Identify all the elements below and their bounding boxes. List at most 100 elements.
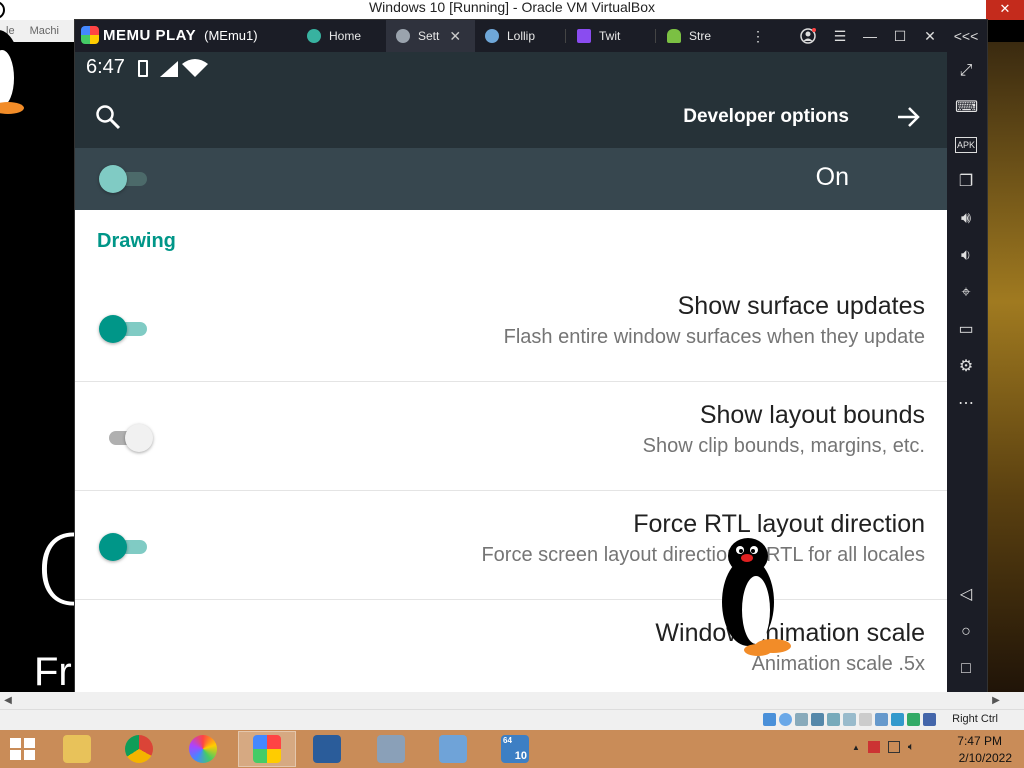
usb-icon[interactable]	[827, 713, 840, 726]
taskbar-photos[interactable]	[174, 731, 232, 767]
pref-force-rtl[interactable]: Force RTL layout direction Force screen …	[75, 492, 947, 600]
tab-settings[interactable]: Sett ✕	[386, 20, 475, 52]
shared-folder-icon[interactable]	[843, 713, 856, 726]
recording-icon[interactable]	[875, 713, 888, 726]
vbox-titlebar: Windows 10 [Running] - Oracle VM Virtual…	[0, 0, 1024, 20]
android-screen: 6:47 Developer options On Drawing Show s…	[75, 52, 947, 706]
system-tray: ▲ 🔈︎ 7:47 PM 2/10/2022	[844, 730, 1024, 768]
optical-drive-icon[interactable]	[779, 713, 792, 726]
menu-icon[interactable]: ☰	[825, 20, 855, 52]
battery-icon	[138, 60, 148, 77]
windows-taskbar: 64 10 ▲ 🔈︎ 7:47 PM 2/10/2022	[0, 730, 1024, 768]
search-icon[interactable]	[95, 104, 121, 130]
wifi-icon	[182, 59, 208, 77]
maximize-icon[interactable]: ☐	[885, 20, 915, 52]
tab-home[interactable]: Home	[297, 20, 385, 52]
scroll-left-icon[interactable]: ◀	[0, 692, 16, 709]
tabs-more-icon[interactable]: ⋮	[743, 20, 773, 52]
collapse-sidebar-icon[interactable]: <<<	[951, 20, 981, 52]
memu-logo: MEMU PLAY (MEmu1)	[81, 26, 258, 44]
mouse-integration-icon[interactable]	[907, 713, 920, 726]
volume-up-icon[interactable]: 🔊︎	[955, 208, 977, 230]
show-hidden-icons-icon[interactable]: ▲	[852, 741, 860, 755]
tab-streamer[interactable]: Stre	[657, 20, 745, 52]
app-bar: Developer options	[75, 84, 947, 148]
tab-lollipop[interactable]: Lollip	[475, 20, 563, 52]
lollipop-app-icon	[485, 29, 499, 43]
status-time: 6:47	[86, 56, 125, 78]
host-key-label: Right Ctrl	[952, 713, 998, 725]
taskbar-control-panel[interactable]	[424, 731, 482, 767]
display-icon[interactable]	[859, 713, 872, 726]
home-app-icon	[307, 29, 321, 43]
pingu-mascot-icon	[0, 1, 24, 114]
vbox-close-button[interactable]: ✕	[986, 0, 1024, 20]
back-icon[interactable]: ◁	[955, 584, 977, 606]
taskbar-win10-vm[interactable]: 64 10	[486, 731, 544, 767]
page-title: Developer options	[683, 106, 849, 127]
pref-show-layout-bounds[interactable]: Show layout bounds Show clip bounds, mar…	[75, 383, 947, 491]
pref-summary: Show clip bounds, margins, etc.	[642, 435, 925, 457]
photos-icon	[189, 735, 217, 763]
minimize-icon[interactable]: —	[855, 20, 885, 52]
badge-10: 10	[514, 750, 527, 762]
memu-titlebar: MEMU PLAY (MEmu1) Home Sett ✕ Lollip Twi…	[75, 20, 987, 52]
master-switch-row[interactable]: On	[75, 148, 947, 210]
taskbar-tools[interactable]	[362, 731, 420, 767]
volume-tray-icon[interactable]: 🔈︎	[908, 741, 915, 755]
network-icon[interactable]	[811, 713, 824, 726]
taskbar-clock-date[interactable]: 2/10/2022	[959, 751, 1012, 765]
file-explorer-icon	[63, 735, 91, 763]
vbox-horizontal-scrollbar[interactable]: ◀ ▶	[0, 692, 1024, 709]
tab-label: Lollip	[507, 29, 536, 43]
more-icon[interactable]: ⋯	[955, 393, 977, 415]
desktop-clock-text: C	[34, 515, 76, 627]
vbox-window-title: Windows 10 [Running] - Oracle VM Virtual…	[368, 0, 656, 15]
volume-down-icon[interactable]: 🔉︎	[955, 245, 977, 267]
expand-icon[interactable]: ⤢	[955, 60, 977, 82]
toggle-switch[interactable]	[99, 314, 151, 344]
tab-twitch[interactable]: Twit	[567, 20, 655, 52]
arrow-forward-icon[interactable]	[896, 104, 922, 130]
keyboard-icon[interactable]: ⌨	[955, 97, 978, 119]
hdd-icon[interactable]	[763, 713, 776, 726]
folder-icon[interactable]: ▭	[955, 319, 977, 341]
signal-icon	[160, 61, 178, 77]
start-button-icon[interactable]	[10, 738, 36, 760]
toggle-switch[interactable]	[99, 532, 151, 562]
taskbar-chrome[interactable]	[110, 731, 168, 767]
vt-icon[interactable]	[891, 713, 904, 726]
virtualbox-icon	[313, 735, 341, 763]
multi-window-icon[interactable]: ❐	[955, 171, 977, 193]
memu-window: MEMU PLAY (MEmu1) Home Sett ✕ Lollip Twi…	[75, 20, 987, 706]
action-center-flag-icon[interactable]	[867, 741, 880, 753]
recents-icon[interactable]: □	[955, 658, 977, 680]
toggle-switch[interactable]	[103, 423, 155, 453]
close-tab-icon[interactable]: ✕	[449, 28, 461, 45]
tab-label: Sett	[418, 29, 440, 43]
close-icon[interactable]: ✕	[915, 20, 945, 52]
pref-summary: Flash entire window surfaces when they u…	[503, 326, 925, 348]
pref-window-animation-scale[interactable]: Window animation scale Animation scale .…	[75, 601, 947, 706]
desktop-wallpaper	[987, 42, 1024, 692]
android-app-icon	[667, 29, 681, 43]
keyboard-capture-icon[interactable]	[923, 713, 936, 726]
apk-icon[interactable]: APK	[955, 137, 977, 153]
vbox-device-icons	[763, 713, 936, 726]
master-toggle-switch[interactable]	[99, 164, 151, 194]
taskbar-file-explorer[interactable]	[48, 731, 106, 767]
taskbar-virtualbox[interactable]	[298, 731, 356, 767]
audio-icon[interactable]	[795, 713, 808, 726]
memu-side-toolbar: ⤢ ⌨ APK ❐ 🔊︎ 🔉︎ ⌖ ▭ ⚙ ⋯ ◁ ○ □	[947, 52, 987, 706]
settings-icon[interactable]: ⚙	[955, 356, 977, 378]
tab-label: Home	[329, 29, 362, 43]
location-icon[interactable]: ⌖	[955, 282, 977, 304]
scroll-right-icon[interactable]: ▶	[988, 692, 1004, 709]
home-icon[interactable]: ○	[955, 621, 977, 643]
taskbar-memu[interactable]	[238, 731, 296, 767]
pref-show-surface-updates[interactable]: Show surface updates Flash entire window…	[75, 274, 947, 382]
account-icon[interactable]	[793, 20, 823, 52]
taskbar-clock-time[interactable]: 7:47 PM	[957, 734, 1002, 748]
network-tray-icon[interactable]	[887, 741, 900, 753]
tab-label: Twit	[599, 29, 621, 43]
